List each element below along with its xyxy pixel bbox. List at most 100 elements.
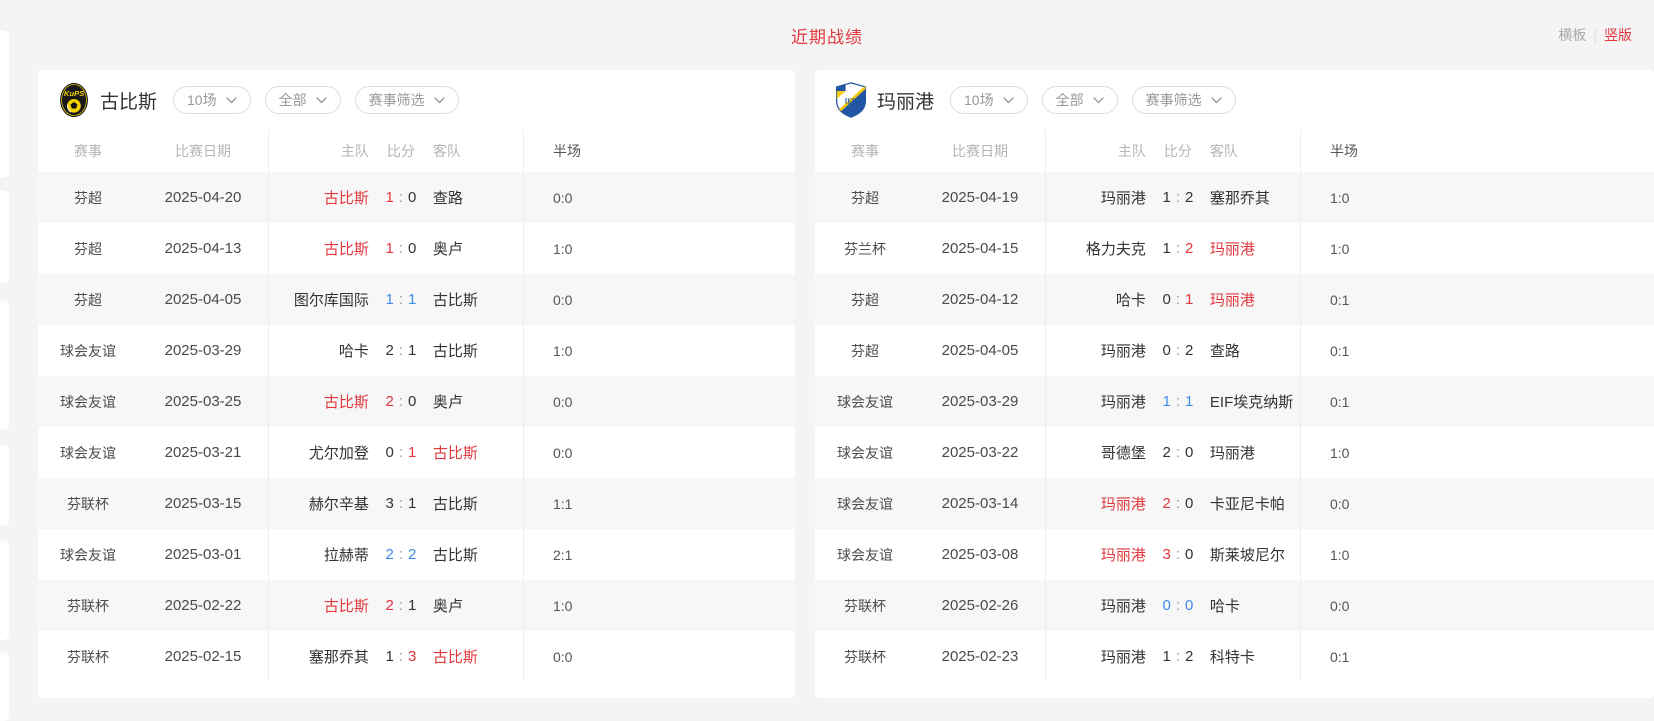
home-score: 1 [385,648,393,665]
home-team: 哈卡 [1045,289,1146,310]
away-score: 0 [1185,495,1193,512]
header-away: 客队 [433,141,523,161]
team-logo-icon: KuPS [58,82,90,118]
filter-dropdown[interactable]: 全部 [265,86,341,114]
away-team: 古比斯 [433,544,523,565]
match-row[interactable]: 球会友谊 2025-03-14 玛丽港 2 : 0 卡亚尼卡帕 0:0 [815,478,1654,529]
score: 1 : 1 [369,291,433,308]
match-row[interactable]: 芬超 2025-04-05 图尔库国际 1 : 1 古比斯 0:0 [38,274,795,325]
match-row[interactable]: 芬联杯 2025-02-22 古比斯 2 : 1 奥卢 1:0 [38,580,795,631]
date-cell: 2025-03-15 [138,495,268,512]
league-cell: 芬联杯 [38,647,138,667]
halftime-cell: 1:0 [523,598,572,614]
filter-dropdown[interactable]: 10场 [173,86,251,114]
chevron-down-icon [1003,97,1014,104]
halftime-cell: 0:0 [523,190,572,206]
away-team: 古比斯 [433,340,523,361]
match-row[interactable]: 芬联杯 2025-02-23 玛丽港 1 : 2 科特卡 0:1 [815,631,1654,682]
away-team: 古比斯 [433,289,523,310]
away-score: 0 [1185,444,1193,461]
match-row[interactable]: 球会友谊 2025-03-29 玛丽港 1 : 1 EIF埃克纳斯 0:1 [815,376,1654,427]
date-cell: 2025-04-05 [915,342,1045,359]
away-team: 查路 [433,187,523,208]
match-cell: 玛丽港 2 : 0 卡亚尼卡帕 [1045,493,1300,514]
layout-toggle-vertical[interactable]: 竖版 [1604,25,1632,45]
match-row[interactable]: 球会友谊 2025-03-01 拉赫蒂 2 : 2 古比斯 2:1 [38,529,795,580]
filter-dropdown[interactable]: 10场 [950,86,1028,114]
match-cell: 拉赫蒂 2 : 2 古比斯 [268,544,523,565]
match-row[interactable]: 球会友谊 2025-03-08 玛丽港 3 : 0 斯莱坡尼尔 1:0 [815,529,1654,580]
match-row[interactable]: 芬超 2025-04-19 玛丽港 1 : 2 塞那乔其 1:0 [815,172,1654,223]
chevron-down-icon [226,97,237,104]
away-score: 1 [408,444,416,461]
match-cell: 玛丽港 1 : 2 塞那乔其 [1045,187,1300,208]
league-cell: 球会友谊 [38,341,138,361]
score-colon: : [1176,444,1180,461]
home-score: 1 [1162,648,1170,665]
home-team: 格力夫克 [1045,238,1146,259]
league-cell: 芬超 [815,341,915,361]
layout-toggle-horizontal[interactable]: 横板 [1558,25,1586,45]
away-score: 0 [1185,597,1193,614]
halftime-cell: 0:0 [1300,598,1349,614]
match-cell: 赫尔辛基 3 : 1 古比斯 [268,493,523,514]
score-colon: : [1176,189,1180,206]
home-team: 古比斯 [268,391,369,412]
chevron-down-icon [316,97,327,104]
score: 3 : 1 [369,495,433,512]
home-score: 1 [1162,189,1170,206]
home-team: 玛丽港 [1045,544,1146,565]
home-score: 3 [385,495,393,512]
date-cell: 2025-04-13 [138,240,268,257]
away-score: 2 [1185,342,1193,359]
home-team: 古比斯 [268,187,369,208]
away-team: 卡亚尼卡帕 [1210,493,1300,514]
league-cell: 芬兰杯 [815,239,915,259]
match-cell: 哈卡 0 : 1 玛丽港 [1045,289,1300,310]
score: 1 : 0 [369,189,433,206]
league-cell: 芬超 [38,239,138,259]
match-row[interactable]: 球会友谊 2025-03-21 尤尔加登 0 : 1 古比斯 0:0 [38,427,795,478]
home-score: 2 [1162,495,1170,512]
away-team: 哈卡 [1210,595,1300,616]
score-colon: : [1176,342,1180,359]
match-row[interactable]: 球会友谊 2025-03-29 哈卡 2 : 1 古比斯 1:0 [38,325,795,376]
match-cell: 玛丽港 1 : 1 EIF埃克纳斯 [1045,391,1300,412]
svg-text:IFK: IFK [845,98,858,106]
score-colon: : [399,291,403,308]
filter-dropdown[interactable]: 全部 [1042,86,1118,114]
svg-text:KuPS: KuPS [64,89,84,98]
score: 2 : 0 [1146,444,1210,461]
away-score: 0 [408,393,416,410]
match-row[interactable]: 球会友谊 2025-03-22 哥德堡 2 : 0 玛丽港 1:0 [815,427,1654,478]
score: 3 : 0 [1146,546,1210,563]
away-team: 奥卢 [433,238,523,259]
background-panel-edge [0,190,9,283]
filter-dropdown[interactable]: 赛事筛选 [1132,86,1236,114]
date-cell: 2025-03-29 [138,342,268,359]
halftime-cell: 1:1 [523,496,572,512]
date-cell: 2025-04-12 [915,291,1045,308]
match-row[interactable]: 芬超 2025-04-12 哈卡 0 : 1 玛丽港 0:1 [815,274,1654,325]
match-row[interactable]: 芬超 2025-04-20 古比斯 1 : 0 查路 0:0 [38,172,795,223]
header-league: 赛事 [38,141,138,161]
date-cell: 2025-02-26 [915,597,1045,614]
date-cell: 2025-03-14 [915,495,1045,512]
home-team: 玛丽港 [1045,595,1146,616]
match-row[interactable]: 芬联杯 2025-02-26 玛丽港 0 : 0 哈卡 0:0 [815,580,1654,631]
score-colon: : [399,648,403,665]
home-score: 2 [385,546,393,563]
match-row[interactable]: 芬超 2025-04-05 玛丽港 0 : 2 查路 0:1 [815,325,1654,376]
home-score: 1 [385,291,393,308]
match-row[interactable]: 球会友谊 2025-03-25 古比斯 2 : 0 奥卢 0:0 [38,376,795,427]
filter-dropdown[interactable]: 赛事筛选 [355,86,459,114]
match-row[interactable]: 芬超 2025-04-13 古比斯 1 : 0 奥卢 1:0 [38,223,795,274]
match-row[interactable]: 芬联杯 2025-02-15 塞那乔其 1 : 3 古比斯 0:0 [38,631,795,682]
match-row[interactable]: 芬兰杯 2025-04-15 格力夫克 1 : 2 玛丽港 1:0 [815,223,1654,274]
match-row[interactable]: 芬联杯 2025-03-15 赫尔辛基 3 : 1 古比斯 1:1 [38,478,795,529]
match-cell: 玛丽港 3 : 0 斯莱坡尼尔 [1045,544,1300,565]
date-cell: 2025-03-25 [138,393,268,410]
layout-toggle: 横板 | 竖版 [1558,25,1632,45]
halftime-cell: 1:0 [523,241,572,257]
home-score: 2 [1162,444,1170,461]
